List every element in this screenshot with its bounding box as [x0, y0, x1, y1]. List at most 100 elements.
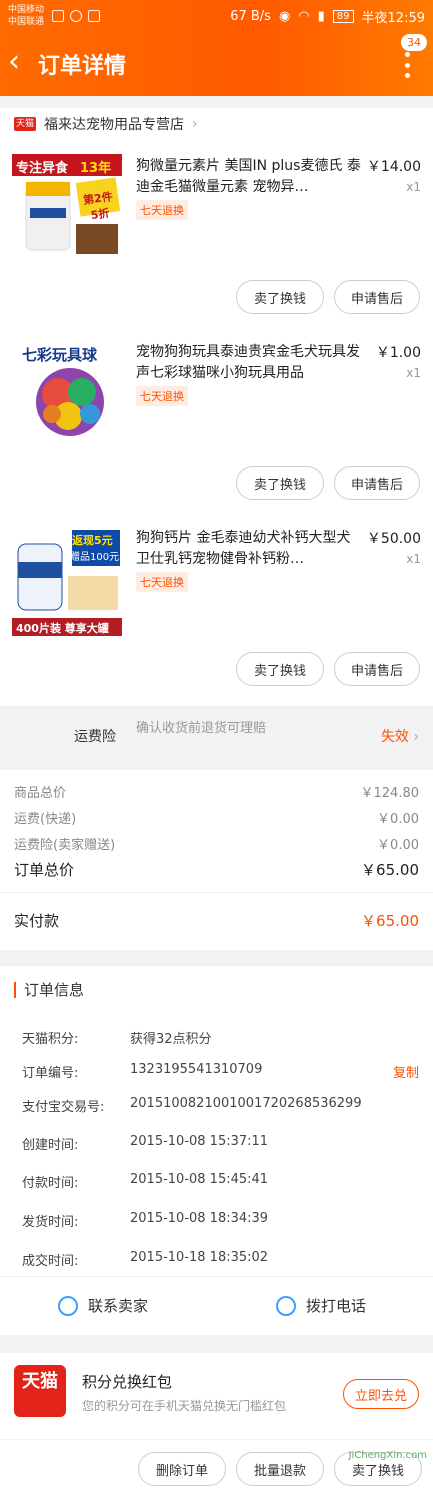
- order-total-row: 订单总价 ￥65.00: [14, 859, 419, 880]
- product-thumbnail[interactable]: 返现5元 赠品100元 400片装 尊享大罐: [12, 526, 122, 636]
- thumb-label: 第2件 5折: [82, 190, 114, 223]
- product-title[interactable]: 狗狗钙片 金毛泰迪幼犬补钙大型犬 卫仕乳钙宠物健骨补钙粉…: [136, 528, 361, 570]
- tmall-logo-icon: 天猫: [14, 1365, 66, 1417]
- contact-seller-button[interactable]: 联系卖家: [58, 1295, 148, 1316]
- thumb-label: 400片装 尊享大罐: [16, 622, 109, 635]
- store-row[interactable]: 天猫 福来达宠物用品专营店 ›: [0, 108, 433, 140]
- insurance-row: 运费险(卖家赠送) ￥0.00: [14, 834, 419, 853]
- order-item: 返现5元 赠品100元 400片装 尊享大罐 狗狗钙片 金毛泰迪幼犬补钙大型犬 …: [0, 512, 433, 698]
- info-row: 付款时间: 2015-10-08 15:45:41: [22, 1172, 419, 1191]
- return-policy-tag: 七天退换: [136, 386, 188, 406]
- product-thumbnail[interactable]: 专注异食 13年 第2件 5折: [12, 154, 122, 264]
- thumb-label: 专注异食: [16, 161, 69, 176]
- shipping-insurance-label: 运费险: [74, 729, 116, 745]
- resell-button[interactable]: 卖了换钱: [236, 466, 324, 500]
- info-row: 成交时间: 2015-10-18 18:35:02: [22, 1250, 419, 1269]
- value: 2015-10-08 15:45:41: [130, 1172, 269, 1187]
- price-summary: 商品总价 ￥124.80 运费(快递) ￥0.00 运费险(卖家赠送) ￥0.0…: [0, 770, 433, 950]
- chevron-right-icon: ›: [413, 729, 419, 745]
- message-icon: [70, 10, 83, 22]
- return-policy-tag: 七天退换: [136, 572, 188, 592]
- label: 实付款: [14, 912, 60, 930]
- order-item: 专注异食 13年 第2件 5折 狗微量元素片 美国IN plus麦德氏 泰迪金毛…: [0, 140, 433, 326]
- order-number: 1323195541310709: [130, 1062, 263, 1077]
- status-text: 失效: [380, 729, 409, 745]
- signal-icon: ▮: [317, 8, 325, 24]
- product-title[interactable]: 狗微量元素片 美国IN plus麦德氏 泰迪金毛猫微量元素 宠物异…: [136, 156, 361, 198]
- label: 联系卖家: [88, 1297, 149, 1315]
- info-row: 创建时间: 2015-10-08 15:37:11: [22, 1134, 419, 1153]
- value: 2015-10-08 15:37:11: [130, 1134, 269, 1149]
- after-sale-button[interactable]: 申请售后: [334, 280, 420, 314]
- promo-title: 积分兑换红包: [82, 1373, 173, 1391]
- info-row: 支付宝交易号: 2015100821001001720268536299: [22, 1096, 419, 1115]
- tmall-logo-icon: 天猫: [14, 117, 36, 131]
- shipping-insurance-row[interactable]: 运费险 确认收货前退货可理赔 失效 ›: [0, 706, 433, 766]
- carrier-info: 中国移动 中国联通: [8, 4, 44, 28]
- carrier-1: 中国移动: [8, 5, 45, 15]
- copy-button[interactable]: 复制: [393, 1062, 419, 1081]
- status-bar: 中国移动 中国联通 67 B/s ◉ ◠ ▮ 89 半夜12:59: [0, 0, 433, 32]
- product-title[interactable]: 宠物狗狗玩具泰迪贵宾金毛犬玩具发声七彩球猫咪小狗玩具用品: [136, 342, 361, 384]
- thumb-label: 七彩玩具球: [22, 346, 98, 364]
- label: 天猫积分:: [22, 1032, 79, 1047]
- value: ￥65.00: [361, 912, 419, 930]
- resell-button[interactable]: 卖了换钱: [236, 652, 324, 686]
- divider: [0, 892, 433, 893]
- thumb-label: 返现5元: [72, 534, 113, 547]
- label: 订单总价: [14, 861, 75, 879]
- promo-subtitle: 您的积分可在手机天猫兑换无门槛红包: [82, 1399, 287, 1413]
- label: 成交时间:: [22, 1254, 79, 1269]
- product-price: ￥50.00: [366, 531, 421, 547]
- product-quantity: x1: [406, 366, 421, 380]
- chat-icon: [58, 1295, 78, 1316]
- resell-button[interactable]: 卖了换钱: [236, 280, 324, 314]
- after-sale-button[interactable]: 申请售后: [334, 652, 420, 686]
- after-sale-button[interactable]: 申请售后: [334, 466, 420, 500]
- store-name: 福来达宠物用品专营店: [44, 117, 184, 133]
- product-price: ￥14.00: [366, 159, 421, 175]
- watermark: JiChengXin.com: [348, 1450, 427, 1461]
- battery-icon: 89: [332, 9, 354, 23]
- carrier-2: 中国联通: [8, 17, 45, 27]
- back-chevron-icon[interactable]: ‹: [8, 47, 36, 77]
- label: 发货时间:: [22, 1215, 79, 1230]
- shipping-insurance-status: 失效 ›: [381, 726, 419, 746]
- shipping-insurance-desc: 确认收货前退货可理赔: [136, 721, 267, 736]
- label: 运费险(卖家赠送): [14, 838, 116, 853]
- value: ￥65.00: [361, 861, 419, 879]
- clock: 半夜12:59: [361, 10, 425, 26]
- notification-icon: [88, 10, 101, 22]
- status-icons: [52, 10, 101, 22]
- batch-refund-button[interactable]: 批量退款: [236, 1452, 324, 1486]
- product-quantity: x1: [406, 552, 421, 566]
- chevron-right-icon: ›: [192, 116, 198, 132]
- bottom-action-bar: 删除订单 批量退款 卖了换钱: [0, 1440, 433, 1499]
- top-bar: 中国移动 中国联通 67 B/s ◉ ◠ ▮ 89 半夜12:59 ‹ 订单详情…: [0, 0, 433, 96]
- more-menu-icon[interactable]: [403, 52, 411, 78]
- value: 获得32点积分: [130, 1032, 212, 1047]
- goods-total-row: 商品总价 ￥124.80: [14, 782, 419, 801]
- value: ￥124.80: [360, 786, 420, 801]
- return-policy-tag: 七天退换: [136, 200, 188, 220]
- label: 拨打电话: [306, 1297, 367, 1315]
- status-right: 67 B/s ◉ ◠ ▮ 89 半夜12:59: [230, 7, 425, 26]
- label: 支付宝交易号:: [22, 1100, 105, 1115]
- value: 2015100821001001720268536299: [130, 1096, 362, 1111]
- delete-order-button[interactable]: 删除订单: [138, 1452, 226, 1486]
- page-title: 订单详情: [38, 54, 127, 79]
- value: 2015-10-18 18:35:02: [130, 1250, 269, 1265]
- thumb-label: 赠品100元: [70, 552, 120, 563]
- product-price: ￥1.00: [375, 345, 421, 361]
- redeem-button[interactable]: 立即去兑: [343, 1379, 419, 1409]
- app-icon: [52, 10, 65, 22]
- product-quantity: x1: [406, 180, 421, 194]
- product-thumbnail[interactable]: 七彩玩具球: [12, 340, 122, 450]
- label: 付款时间:: [22, 1176, 79, 1191]
- thumb-label: 13年: [80, 161, 112, 176]
- call-button[interactable]: 拨打电话: [276, 1295, 366, 1316]
- paid-amount-row: 实付款 ￥65.00: [14, 910, 419, 931]
- value: ￥0.00: [377, 812, 419, 827]
- section-title: 订单信息: [14, 982, 84, 998]
- order-info: 订单信息 天猫积分: 获得32点积分 订单编号: 132319554131070…: [0, 966, 433, 1276]
